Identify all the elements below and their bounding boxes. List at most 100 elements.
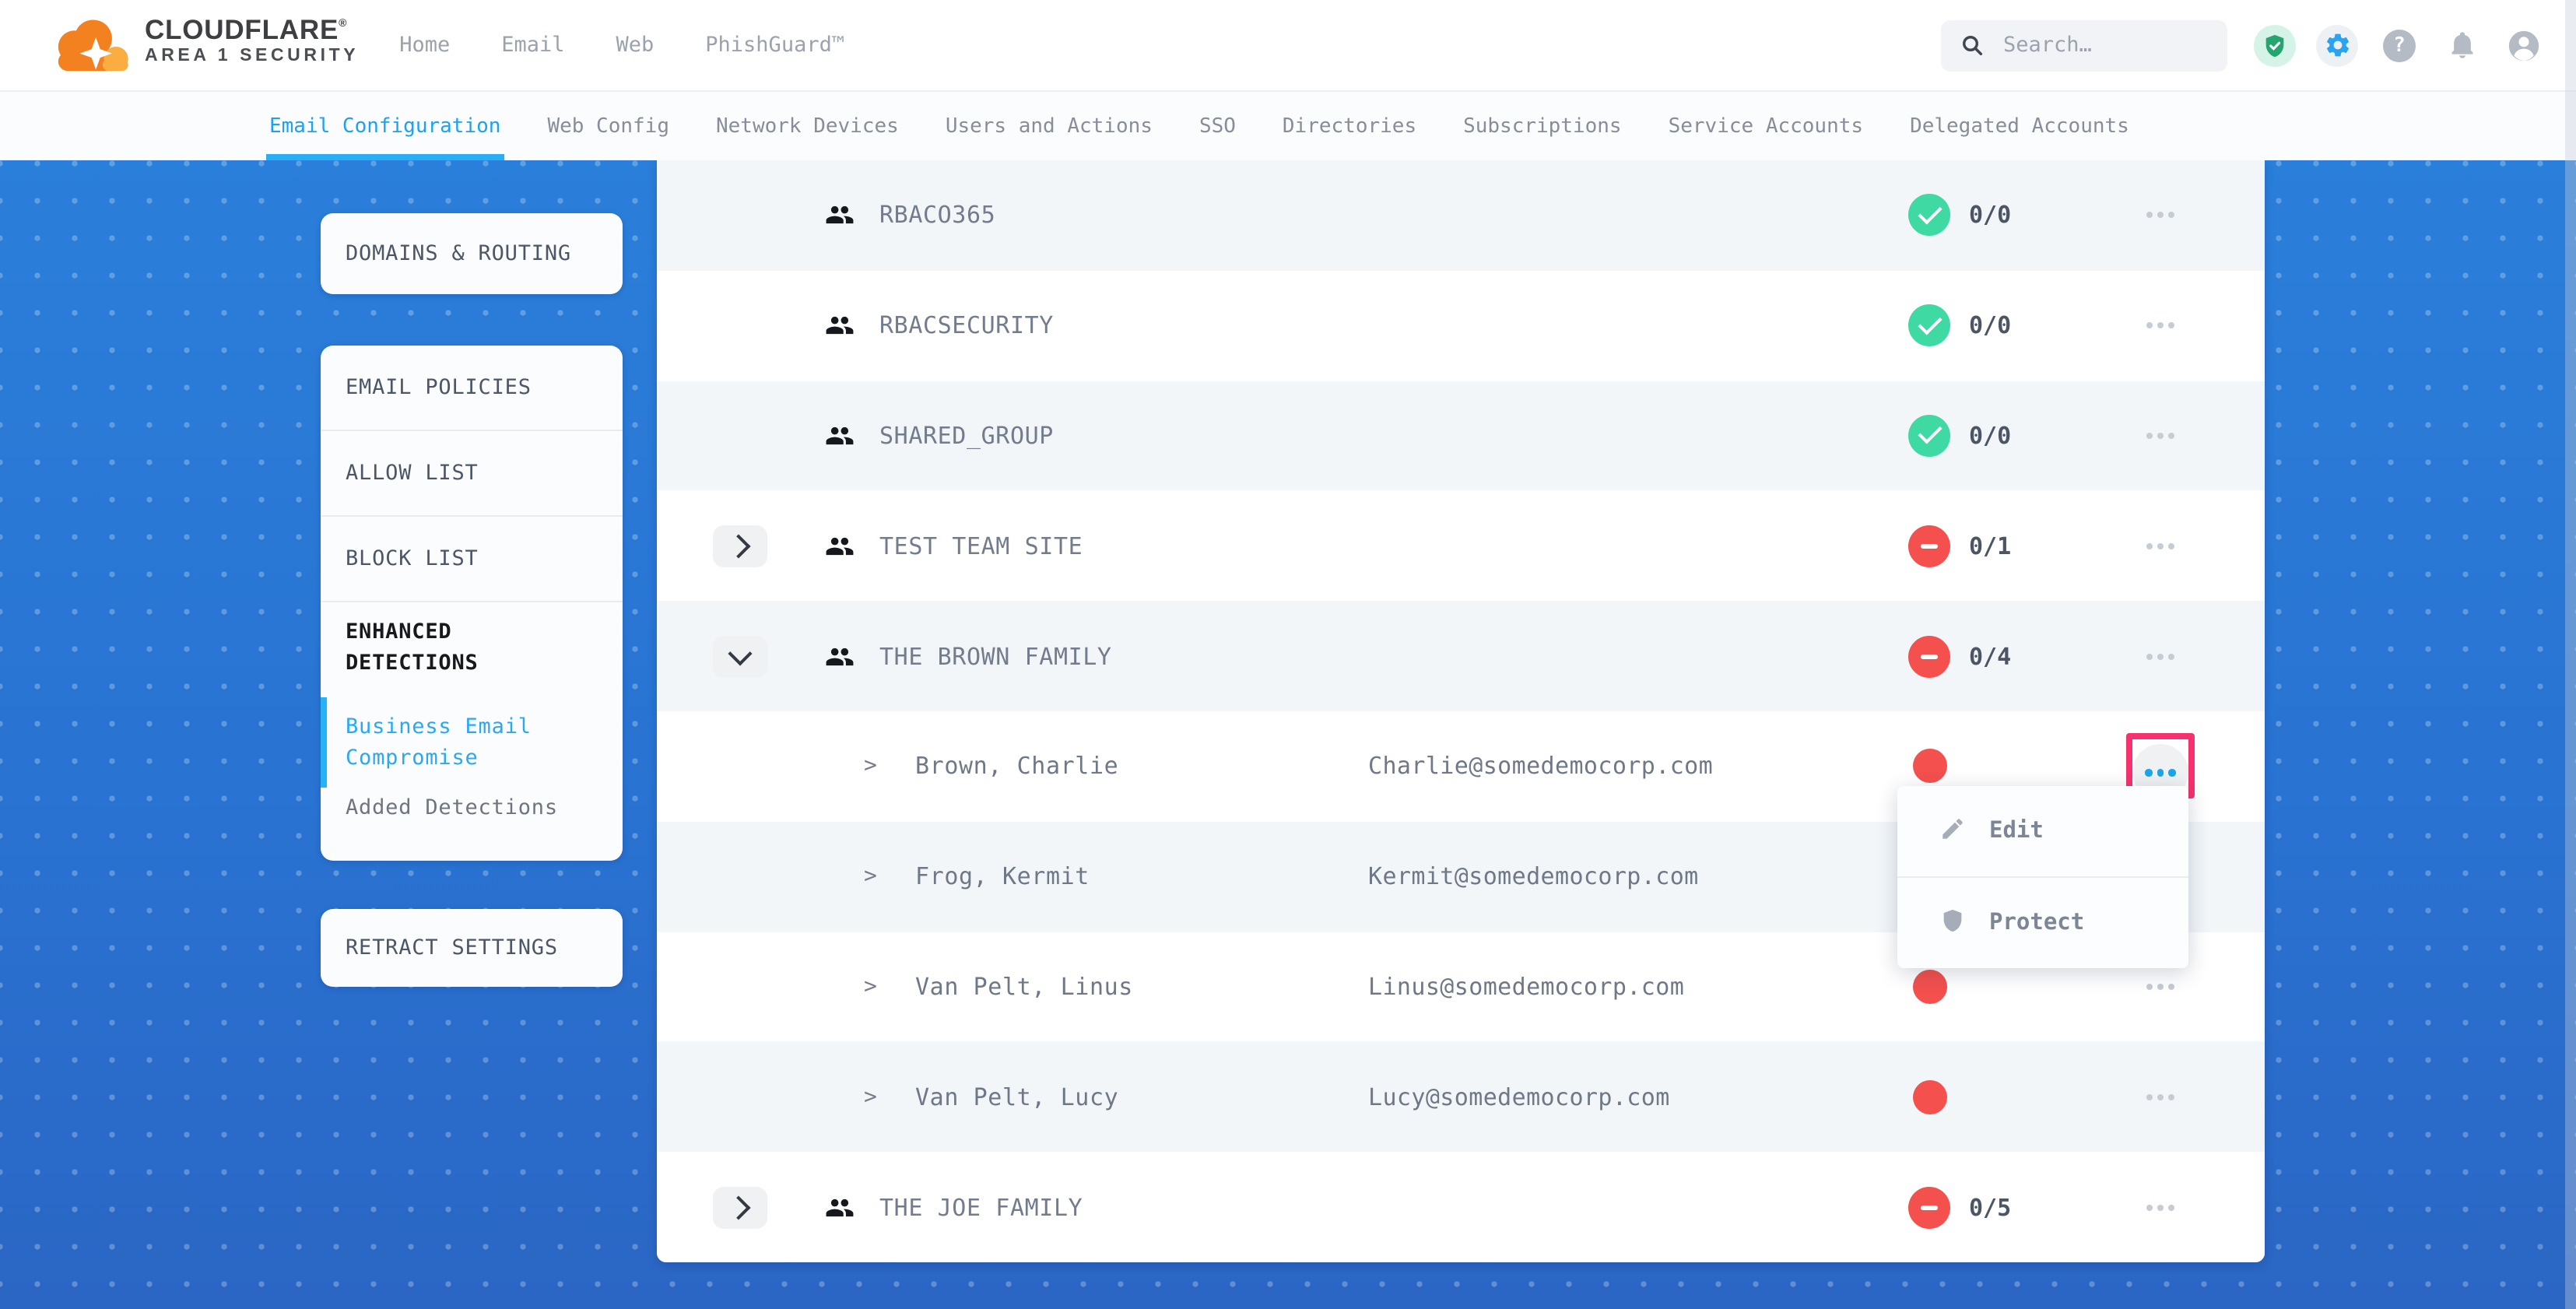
secondary-nav: Email Configuration Web Config Network Dev… xyxy=(0,90,2576,160)
member-email: Kermit@somedemocorp.com xyxy=(1368,862,1699,890)
sidebar-item-domains-routing[interactable]: DOMAINS & ROUTING xyxy=(321,213,623,294)
primary-nav: Home Email Web PhishGuard™ xyxy=(399,33,844,58)
nav-link-email[interactable]: Email xyxy=(501,33,564,58)
member-email: Linus@somedemocorp.com xyxy=(1368,973,1684,1001)
tab-web-config[interactable]: Web Config xyxy=(547,92,669,160)
protection-count: 0/0 xyxy=(1969,311,2011,339)
member-chevron-icon: > xyxy=(864,1085,877,1110)
member-chevron-icon: > xyxy=(864,974,877,999)
context-menu-label: Protect xyxy=(1989,911,2084,935)
sidebar-card-2: EMAIL POLICIES ALLOW LIST BLOCK LIST ENHANC… xyxy=(321,346,623,861)
table-row-the-brown-family: THE BROWN FAMILY 0/4 xyxy=(657,601,2265,711)
group-icon xyxy=(825,201,855,230)
member-chevron-icon: > xyxy=(864,864,877,889)
context-menu-label: Edit xyxy=(1989,819,2044,844)
row-menu-button[interactable] xyxy=(2126,294,2195,356)
sidebar-item-label: Business Email Compromise xyxy=(346,711,579,774)
check-icon xyxy=(1917,200,1941,224)
tab-subscriptions[interactable]: Subscriptions xyxy=(1463,92,1622,160)
shield-icon xyxy=(1939,907,1966,939)
sidebar-item-business-email-compromise[interactable]: Business Email Compromise xyxy=(321,693,623,792)
status-dot-unprotected xyxy=(1913,749,1947,784)
context-menu-item-edit[interactable]: Edit xyxy=(1897,786,2188,876)
row-menu-button[interactable] xyxy=(2126,1176,2195,1238)
member-name: Frog, Kermit xyxy=(915,862,1090,890)
check-icon xyxy=(1917,420,1941,444)
search-box[interactable] xyxy=(1941,19,2227,71)
nav-link-home[interactable]: Home xyxy=(399,33,450,58)
question-icon: ? xyxy=(2383,29,2416,61)
row-menu-button[interactable] xyxy=(2126,515,2195,577)
person-icon xyxy=(2506,27,2542,63)
status-blocked-badge xyxy=(1908,1186,1950,1228)
expand-toggle[interactable] xyxy=(713,1186,767,1228)
group-name: TEST TEAM SITE xyxy=(879,532,1083,560)
tab-delegated-accounts[interactable]: Delegated Accounts xyxy=(1910,92,2129,160)
tab-users-and-actions[interactable]: Users and Actions xyxy=(946,92,1153,160)
protection-count: 0/0 xyxy=(1969,202,2011,230)
row-menu-button[interactable] xyxy=(2126,184,2195,247)
tab-service-accounts[interactable]: Service Accounts xyxy=(1669,92,1863,160)
group-name: RBACSECURITY xyxy=(879,311,1054,339)
sidebar-card-1: DOMAINS & ROUTING xyxy=(321,213,623,294)
group-icon xyxy=(825,641,855,671)
settings-button[interactable] xyxy=(2316,24,2358,66)
chevron-down-icon xyxy=(728,641,752,665)
nav-link-web[interactable]: Web xyxy=(616,33,655,58)
account-button[interactable] xyxy=(2503,24,2545,66)
sidebar-item-label: EMAIL POLICIES xyxy=(346,375,532,400)
sidebar-item-label: DOMAINS & ROUTING xyxy=(346,241,571,266)
table-row-shared-group: SHARED_GROUP0/0 xyxy=(657,381,2265,491)
scrollbar[interactable] xyxy=(2565,0,2576,1309)
groups-table: RBACO3650/0RBACSECURITY0/0SHARED_GROUP0/… xyxy=(657,160,2265,1262)
minus-icon xyxy=(1921,544,1938,549)
area1-security-app: CLOUDFLARE® AREA 1 SECURITY Home Email Web… xyxy=(0,0,2576,1309)
minus-icon xyxy=(1921,1205,1938,1209)
security-status-button[interactable] xyxy=(2254,24,2296,66)
tab-network-devices[interactable]: Network Devices xyxy=(716,92,899,160)
pencil-icon xyxy=(1939,815,1966,848)
member-name: Van Pelt, Linus xyxy=(915,973,1133,1001)
row-menu-button[interactable] xyxy=(2126,405,2195,467)
group-icon xyxy=(825,311,855,340)
ellipsis-icon xyxy=(2146,984,2174,990)
cloudflare-logo[interactable]: CLOUDFLARE® AREA 1 SECURITY xyxy=(51,14,359,76)
expand-toggle[interactable] xyxy=(713,525,767,567)
notifications-button[interactable] xyxy=(2441,24,2483,66)
minus-icon xyxy=(1921,654,1938,658)
status-ok-badge xyxy=(1908,195,1950,237)
row-menu-button[interactable] xyxy=(2126,1066,2195,1128)
sidebar-item-added-detections[interactable]: Added Detections xyxy=(321,792,623,861)
ellipsis-icon xyxy=(2146,769,2176,776)
member-name: Brown, Charlie xyxy=(915,753,1118,781)
tab-sso[interactable]: SSO xyxy=(1199,92,1236,160)
group-name: SHARED_GROUP xyxy=(879,422,1054,450)
group-name: THE JOE FAMILY xyxy=(879,1193,1083,1221)
ellipsis-icon xyxy=(2146,433,2174,439)
expand-toggle[interactable] xyxy=(713,635,767,677)
member-chevron-icon: > xyxy=(864,754,877,779)
sidebar-item-email-policies[interactable]: EMAIL POLICIES xyxy=(321,346,623,430)
gear-icon xyxy=(2323,31,2351,59)
status-dot-unprotected xyxy=(1913,1080,1947,1114)
sidebar-item-enhanced-detections: ENHANCED DETECTIONS xyxy=(321,602,623,693)
sidebar-item-block-list[interactable]: BLOCK LIST xyxy=(321,517,623,601)
context-menu-item-protect[interactable]: Protect xyxy=(1897,878,2188,968)
search-input[interactable] xyxy=(2000,31,2193,59)
ellipsis-icon xyxy=(2146,653,2174,659)
tab-directories[interactable]: Directories xyxy=(1283,92,1416,160)
row-menu-button[interactable] xyxy=(2126,625,2195,687)
sidebar-item-retract-settings[interactable]: RETRACT SETTINGS xyxy=(321,909,623,987)
group-name: THE BROWN FAMILY xyxy=(879,642,1112,670)
group-icon xyxy=(825,1192,855,1222)
member-name: Van Pelt, Lucy xyxy=(915,1083,1118,1111)
tab-email-configuration[interactable]: Email Configuration xyxy=(269,92,500,160)
sidebar-item-allow-list[interactable]: ALLOW LIST xyxy=(321,431,623,515)
help-button[interactable]: ? xyxy=(2378,24,2420,66)
nav-link-phishguard[interactable]: PhishGuard™ xyxy=(705,33,844,58)
sidebar-item-label: ALLOW LIST xyxy=(346,461,479,486)
protection-count: 0/4 xyxy=(1969,642,2011,670)
status-blocked-badge xyxy=(1908,525,1950,567)
sidebar-item-label: ENHANCED DETECTIONS xyxy=(346,616,563,679)
chevron-right-icon xyxy=(725,1195,749,1220)
